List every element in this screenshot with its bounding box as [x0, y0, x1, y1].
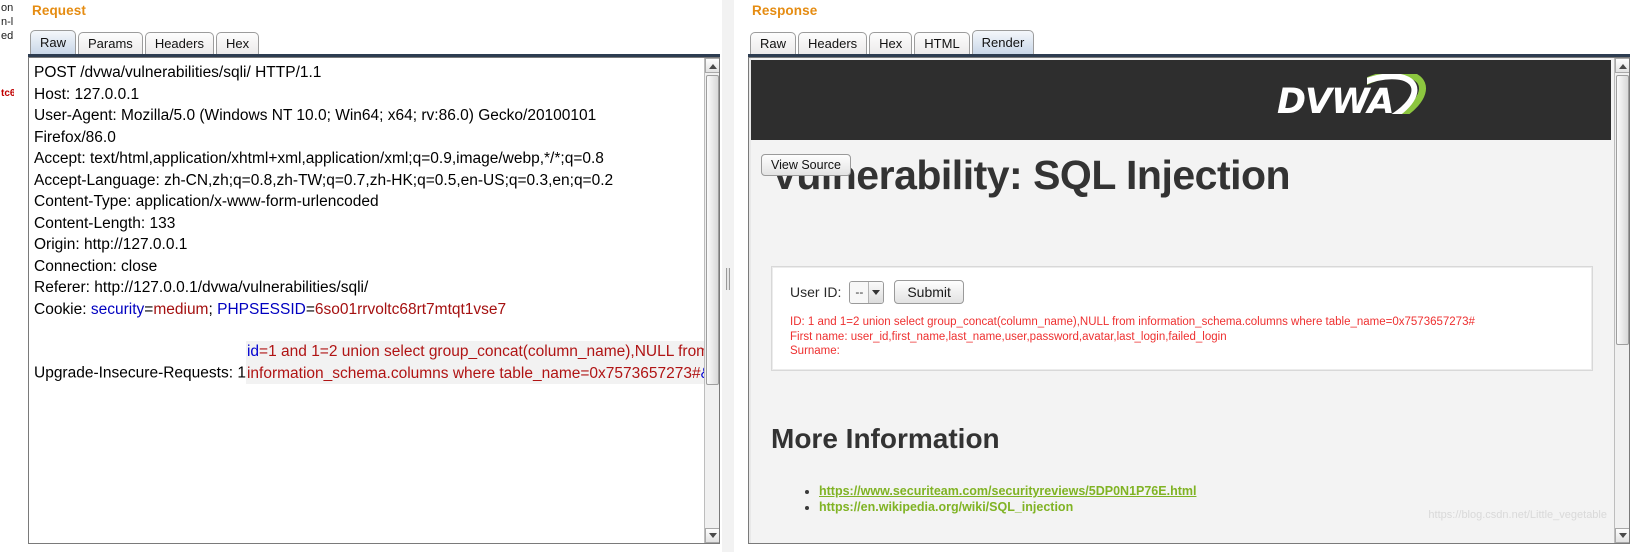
result-line-id: ID: 1 and 1=2 union select group_concat(…: [790, 316, 1475, 328]
tab-request-params[interactable]: Params: [78, 32, 143, 54]
request-header-5: Accept-Language: zh-CN,zh;q=0.8,zh-TW;q=…: [34, 171, 614, 189]
response-pane: Response Raw Headers Hex HTML Render DVW…: [734, 0, 1643, 552]
user-id-label: User ID:: [790, 284, 842, 300]
response-tabstrip: Raw Headers Hex HTML Render: [750, 30, 1036, 54]
link-securiteam[interactable]: https://www.securiteam.com/securityrevie…: [819, 484, 1196, 498]
body-param-id-name: id: [246, 343, 260, 360]
result-line-first-name: First name: user_id,first_name,last_name…: [790, 330, 1227, 343]
tab-response-headers[interactable]: Headers: [798, 32, 868, 54]
request-pane-title: Request: [32, 3, 86, 18]
splitter-grip-icon[interactable]: [726, 268, 730, 290]
dvwa-page: DVWA View Source Vulnerability: SQL Inje…: [749, 58, 1613, 543]
cookie-name-security: security: [90, 300, 145, 318]
left-fragment-2: ed: [1, 30, 14, 42]
cookie-prefix: Cookie:: [34, 300, 91, 318]
response-render-area[interactable]: DVWA View Source Vulnerability: SQL Inje…: [748, 57, 1630, 544]
user-id-select-value: --: [850, 281, 869, 303]
watermark-text: https://blog.csdn.net/Little_vegetable: [1428, 509, 1607, 521]
scroll-down-arrow-icon[interactable]: [705, 528, 719, 543]
sql-result-output: ID: 1 and 1=2 union select group_concat(…: [790, 315, 1588, 359]
submit-button[interactable]: Submit: [894, 280, 964, 304]
user-id-select[interactable]: --: [849, 280, 885, 304]
more-information-heading: More Information: [771, 423, 1000, 454]
scroll-up-arrow-icon[interactable]: [705, 58, 719, 73]
left-fragment-0: on: [1, 2, 14, 14]
request-header-0: POST /dvwa/vulnerabilities/sqli/ HTTP/1.…: [34, 64, 322, 81]
tab-request-raw[interactable]: Raw: [30, 30, 77, 54]
request-header-6: Content-Type: application/x-www-form-url…: [34, 193, 379, 210]
cookie-value-security: medium: [153, 300, 209, 318]
tab-response-hex[interactable]: Hex: [869, 32, 913, 54]
more-information-links: https://www.securiteam.com/securityrevie…: [801, 483, 1196, 515]
request-cookie-line: Cookie: security=medium; PHPSESSID=6so01…: [34, 301, 506, 318]
link-wikipedia[interactable]: https://en.wikipedia.org/wiki/SQL_inject…: [819, 500, 1073, 514]
list-item: https://www.securiteam.com/securityrevie…: [819, 483, 1196, 499]
request-header-9: Connection: close: [34, 257, 158, 275]
request-vertical-scrollbar[interactable]: [704, 58, 719, 543]
pane-splitter[interactable]: [722, 0, 734, 552]
response-vertical-scrollbar[interactable]: [1614, 58, 1629, 543]
request-header-2: User-Agent: Mozilla/5.0 (Windows NT 10.0…: [34, 107, 597, 124]
body-param-id-value-line2: information_schema.columns where table_n…: [246, 364, 701, 382]
chevron-down-icon[interactable]: [868, 281, 884, 303]
response-scroll-thumb[interactable]: [1616, 75, 1629, 345]
request-body-block: id=1 and 1=2 union select group_concat(c…: [245, 341, 704, 384]
dvwa-logo: DVWA: [1271, 70, 1461, 133]
tab-request-hex[interactable]: Hex: [215, 32, 260, 54]
response-pane-title: Response: [752, 3, 818, 18]
cookie-eq-2: =: [305, 300, 315, 318]
body-param-id-eq: =: [259, 343, 269, 360]
request-header-7: Content-Length: 133: [34, 214, 176, 232]
cookie-separator: ;: [208, 300, 218, 318]
cookie-eq-1: =: [144, 300, 154, 318]
scroll-up-arrow-icon[interactable]: [1615, 58, 1629, 73]
result-line-surname: Surname:: [790, 345, 840, 357]
left-fragment-1: n-l: [1, 16, 14, 28]
dvwa-banner: DVWA: [751, 60, 1611, 140]
request-editor[interactable]: POST /dvwa/vulnerabilities/sqli/ HTTP/1.…: [28, 57, 720, 544]
request-header-10: Referer: http://127.0.0.1/dvwa/vulnerabi…: [34, 279, 369, 296]
burp-suite-repeater-window: on n-l ed tc6 Request Raw Params Headers…: [0, 0, 1643, 552]
view-source-button[interactable]: View Source: [761, 154, 851, 176]
request-scroll-thumb[interactable]: [706, 75, 719, 385]
request-raw-text[interactable]: POST /dvwa/vulnerabilities/sqli/ HTTP/1.…: [29, 58, 704, 543]
request-header-3: Firefox/86.0: [34, 128, 116, 146]
scroll-down-arrow-icon[interactable]: [1615, 528, 1629, 543]
tab-response-raw[interactable]: Raw: [750, 32, 797, 54]
request-tabstrip: Raw Params Headers Hex: [30, 30, 261, 54]
request-header-upgrade: Upgrade-Insecure-Requests: 1: [34, 364, 246, 382]
sql-injection-form-box: User ID: -- Submit ID: 1 and 1=2 union s…: [771, 266, 1593, 371]
body-param-id-value-line1: 1 and 1=2 union select group_concat(colu…: [268, 343, 704, 360]
dvwa-logo-text: DVWA: [1277, 82, 1395, 122]
tab-response-render[interactable]: Render: [971, 30, 1035, 54]
request-header-1: Host: 127.0.0.1: [34, 85, 140, 103]
request-pane: Request Raw Params Headers Hex POST /dvw…: [14, 0, 720, 552]
tab-request-headers[interactable]: Headers: [144, 32, 214, 54]
list-item: https://en.wikipedia.org/wiki/SQL_inject…: [819, 499, 1196, 515]
cookie-name-phpsessid: PHPSESSID: [217, 300, 306, 318]
cookie-value-phpsessid: 6so01rrvoltc68rt7mtqt1vse7: [314, 300, 507, 318]
tab-response-html[interactable]: HTML: [914, 32, 970, 54]
request-header-4: Accept: text/html,application/xhtml+xml,…: [34, 150, 604, 167]
user-id-form-row: User ID: -- Submit: [790, 280, 964, 304]
request-header-8: Origin: http://127.0.0.1: [34, 236, 188, 253]
